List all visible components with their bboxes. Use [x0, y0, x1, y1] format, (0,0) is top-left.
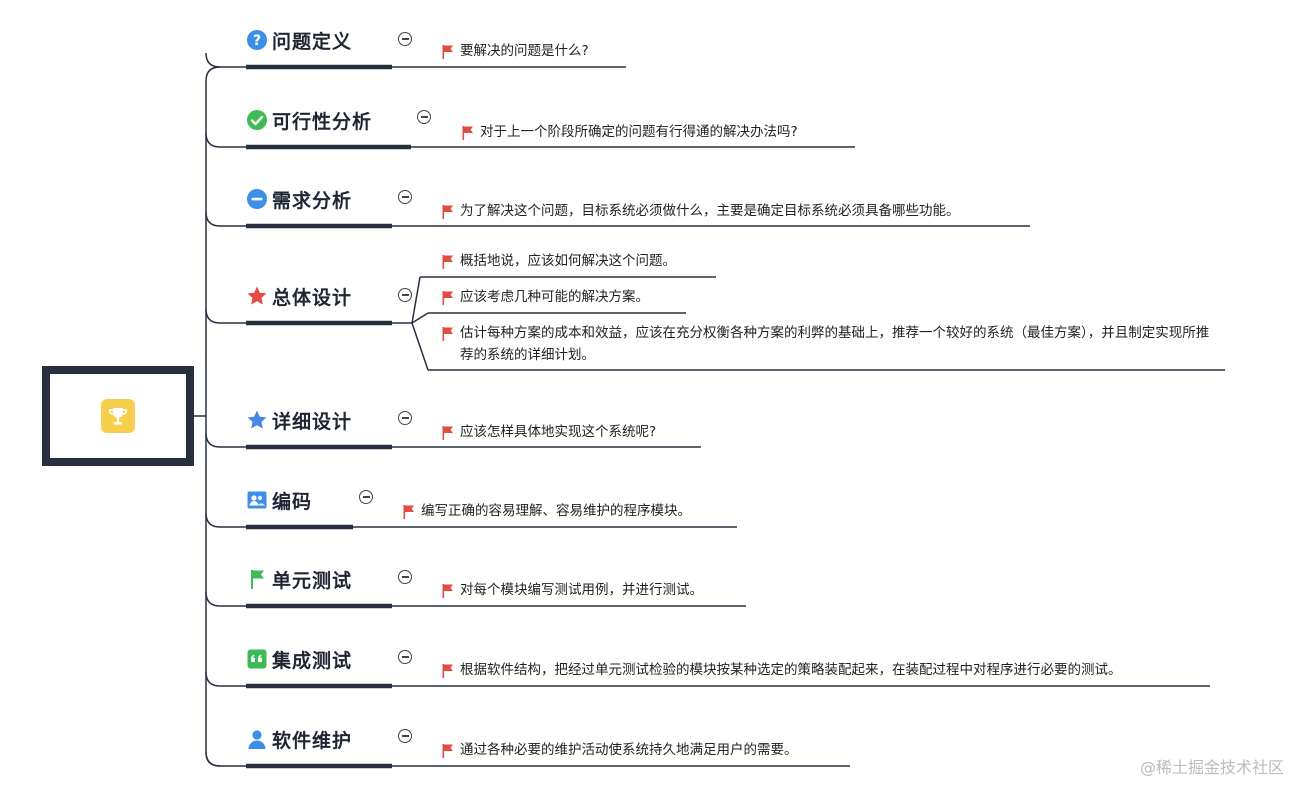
connector-curve — [205, 52, 246, 68]
stage-node[interactable]: 可行性分析 — [246, 103, 372, 137]
collapse-toggle-icon[interactable] — [398, 570, 412, 584]
note-item[interactable]: 应该考虑几种可能的解决方案。 — [442, 286, 649, 312]
star-icon — [246, 285, 268, 307]
note-item[interactable]: 对于上一个阶段所确定的问题有行得通的解决办法吗? — [462, 121, 798, 147]
connector-curve — [205, 512, 246, 528]
flag-icon — [442, 204, 454, 226]
star-icon — [246, 409, 268, 431]
flag-icon — [403, 504, 415, 526]
flag-icon — [442, 425, 454, 447]
flag-icon — [442, 743, 454, 765]
connector-line — [411, 312, 429, 324]
collapse-toggle-icon[interactable] — [398, 190, 412, 204]
note-text: 对于上一个阶段所确定的问题有行得通的解决办法吗? — [480, 124, 798, 140]
svg-text:?: ? — [253, 33, 261, 49]
collapse-toggle-icon[interactable] — [398, 729, 412, 743]
note-text: 估计每种方案的成本和效益，应该在充分权衡各种方案的利弊的基础上，推荐一个较好的系… — [460, 325, 1210, 363]
note-text: 对每个模块编写测试用例，并进行测试。 — [460, 582, 703, 598]
note-item[interactable]: 应该怎样具体地实现这个系统呢? — [442, 421, 656, 447]
stage-node[interactable]: 需求分析 — [246, 182, 352, 216]
collapse-toggle-icon[interactable] — [398, 32, 412, 46]
stage-label: 单元测试 — [272, 569, 353, 592]
stage-label: 需求分析 — [272, 189, 353, 212]
stage-label: 详细设计 — [272, 410, 353, 433]
note-text: 概括地说，应该如何解决这个问题。 — [460, 253, 676, 269]
note-text: 要解决的问题是什么? — [460, 43, 589, 59]
flag-icon — [442, 290, 454, 312]
note-text: 编写正确的容易理解、容易维护的程序模块。 — [421, 503, 691, 519]
flag-icon — [442, 583, 454, 605]
note-text: 通过各种必要的维护活动使系统持久地满足用户的需要。 — [460, 742, 798, 758]
collapse-toggle-icon[interactable] — [359, 490, 373, 504]
question-circle-icon: ? — [246, 29, 268, 51]
connector-curve — [205, 591, 246, 607]
stage-node[interactable]: 编码 — [246, 483, 312, 517]
connector-curve — [205, 132, 246, 148]
stage-label: 软件维护 — [272, 729, 353, 752]
stage-node[interactable]: 软件维护 — [246, 722, 352, 756]
stage-label: 编码 — [272, 490, 313, 513]
connector-curve — [205, 751, 246, 767]
watermark: @稀土掘金技术社区 — [1139, 758, 1284, 777]
stage-node[interactable]: 集成测试 — [246, 642, 352, 676]
note-item[interactable]: 对每个模块编写测试用例，并进行测试。 — [442, 579, 703, 605]
flag-icon — [442, 254, 454, 276]
collapse-toggle-icon[interactable] — [417, 110, 431, 124]
check-circle-icon — [246, 109, 268, 131]
note-item[interactable]: 为了解决这个问题，目标系统必须做什么，主要是确定目标系统必须具备哪些功能。 — [442, 200, 960, 226]
note-item[interactable]: 估计每种方案的成本和效益，应该在充分权衡各种方案的利弊的基础上，推荐一个较好的系… — [442, 322, 1210, 366]
user-icon — [246, 728, 268, 750]
connector-curve — [205, 66, 221, 767]
collapse-toggle-icon[interactable] — [398, 411, 412, 425]
note-text: 应该考虑几种可能的解决方案。 — [460, 289, 649, 305]
note-item[interactable]: 根据软件结构，把经过单元测试检验的模块按某种选定的策略装配起来，在装配过程中对程… — [442, 659, 1122, 685]
connector-line — [411, 276, 421, 324]
connector-line — [411, 322, 429, 371]
collapse-toggle-icon[interactable] — [398, 650, 412, 664]
root-node[interactable] — [42, 366, 194, 466]
minus-circle-icon — [246, 188, 268, 210]
connector-curve — [205, 308, 246, 324]
flag-icon — [442, 663, 454, 685]
contacts-icon — [246, 489, 268, 511]
stage-node[interactable]: 单元测试 — [246, 562, 352, 596]
flag-icon — [462, 125, 474, 147]
stage-node[interactable]: 总体设计 — [246, 279, 352, 313]
note-item[interactable]: 编写正确的容易理解、容易维护的程序模块。 — [403, 500, 691, 526]
connector-curve — [205, 671, 246, 687]
note-text: 应该怎样具体地实现这个系统呢? — [460, 424, 657, 440]
collapse-toggle-icon[interactable] — [398, 288, 412, 302]
connector-curve — [205, 211, 246, 227]
stage-label: 可行性分析 — [272, 110, 373, 133]
note-item[interactable]: 通过各种必要的维护活动使系统持久地满足用户的需要。 — [442, 739, 798, 765]
trophy-icon — [101, 399, 135, 433]
stage-label: 问题定义 — [272, 30, 353, 53]
stage-node[interactable]: 详细设计 — [246, 403, 352, 437]
stage-label: 集成测试 — [272, 649, 353, 672]
stage-node[interactable]: ? 问题定义 — [246, 23, 352, 57]
connector-curve — [205, 432, 246, 448]
stage-label: 总体设计 — [272, 286, 353, 309]
flag-icon — [442, 44, 454, 66]
note-text: 为了解决这个问题，目标系统必须做什么，主要是确定目标系统必须具备哪些功能。 — [460, 203, 960, 219]
flag-icon — [246, 568, 268, 590]
quote-icon — [246, 648, 268, 670]
note-item[interactable]: 要解决的问题是什么? — [442, 40, 589, 66]
flag-icon — [442, 326, 454, 348]
note-text: 根据软件结构，把经过单元测试检验的模块按某种选定的策略装配起来，在装配过程中对程… — [460, 662, 1122, 678]
note-item[interactable]: 概括地说，应该如何解决这个问题。 — [442, 250, 676, 276]
